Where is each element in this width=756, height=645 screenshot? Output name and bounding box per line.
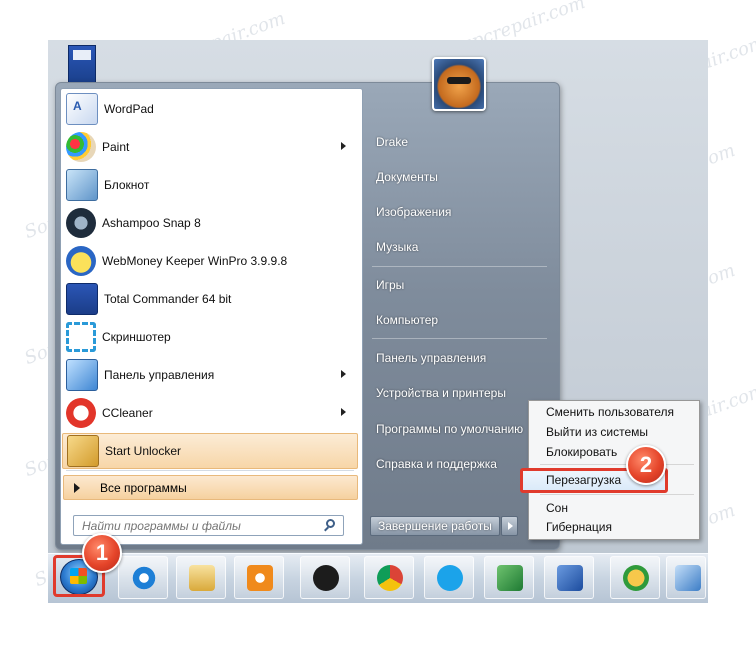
taskbar-excel[interactable] — [484, 556, 534, 599]
taskbar-media-player[interactable] — [234, 556, 284, 599]
ashampoo-snap-icon — [66, 208, 96, 238]
word-icon — [557, 565, 583, 591]
media-player-icon — [247, 565, 273, 591]
search-input[interactable] — [73, 515, 344, 536]
wordpad-icon: A — [66, 93, 98, 125]
program-label: Start Unlocker — [105, 444, 182, 458]
app-icon — [675, 565, 701, 591]
ctx-sleep[interactable]: Сон — [546, 498, 694, 518]
taskbar-word[interactable] — [544, 556, 594, 599]
program-label: WebMoney Keeper WinPro 3.9.9.8 — [102, 254, 288, 268]
network-globe-icon — [623, 565, 649, 591]
program-label: Блокнот — [104, 178, 150, 192]
program-paint[interactable]: Paint — [62, 129, 358, 165]
right-item-user[interactable]: Drake — [368, 129, 553, 155]
right-item-computer[interactable]: Компьютер — [368, 307, 553, 333]
hp-icon — [313, 565, 339, 591]
screenshoter-icon — [66, 322, 96, 352]
divider — [372, 266, 547, 267]
program-label: Скриншотер — [102, 330, 171, 344]
control-panel-icon — [66, 359, 98, 391]
right-item-pictures[interactable]: Изображения — [368, 199, 553, 225]
right-item-control-panel[interactable]: Панель управления — [368, 345, 553, 371]
search-icon[interactable] — [326, 519, 335, 528]
taskbar-internet-explorer[interactable] — [118, 556, 168, 599]
divider — [540, 494, 694, 495]
right-item-default-programs[interactable]: Программы по умолчанию — [368, 416, 553, 442]
taskbar-app[interactable] — [666, 556, 706, 599]
program-wordpad[interactable]: A WordPad — [62, 91, 358, 127]
shutdown-options-button[interactable] — [501, 516, 518, 536]
program-label: Paint — [102, 140, 130, 154]
program-webmoney[interactable]: WebMoney Keeper WinPro 3.9.9.8 — [62, 243, 358, 279]
program-label: CCleaner — [102, 406, 153, 420]
paint-icon — [66, 132, 96, 162]
taskbar-file-explorer[interactable] — [176, 556, 226, 599]
arrow-right-icon — [74, 482, 80, 493]
program-label: Панель управления — [104, 368, 215, 382]
divider — [372, 338, 547, 339]
program-notepad[interactable]: Блокнот — [62, 167, 358, 203]
taskbar-skype[interactable] — [424, 556, 474, 599]
chrome-icon — [377, 565, 403, 591]
ctx-switch-user[interactable]: Сменить пользователя — [546, 402, 694, 422]
all-programs-label: Все программы — [100, 480, 187, 495]
skype-icon — [437, 565, 463, 591]
ctx-lock[interactable]: Блокировать — [546, 442, 694, 462]
all-programs-button[interactable]: Все программы — [63, 475, 358, 500]
program-total-commander[interactable]: Total Commander 64 bit — [62, 281, 358, 317]
file-explorer-icon — [189, 565, 215, 591]
right-item-documents[interactable]: Документы — [368, 164, 553, 190]
taskbar-hp[interactable] — [300, 556, 350, 599]
user-avatar[interactable] — [432, 57, 486, 111]
ctx-restart[interactable]: Перезагрузка — [546, 470, 694, 490]
shutdown-button[interactable]: Завершение работы — [370, 516, 500, 536]
right-item-music[interactable]: Музыка — [368, 234, 553, 260]
divider — [66, 470, 354, 471]
internet-explorer-icon — [131, 565, 157, 591]
ctx-hibernate[interactable]: Гибернация — [546, 517, 694, 537]
divider — [540, 464, 694, 465]
program-screenshoter[interactable]: Скриншотер — [62, 319, 358, 355]
notepad-icon — [66, 169, 98, 201]
total-commander-icon — [66, 283, 98, 315]
ccleaner-icon — [66, 398, 96, 428]
program-control-panel[interactable]: Панель управления — [62, 357, 358, 393]
program-label: Ashampoo Snap 8 — [102, 216, 201, 230]
program-ashampoo-snap[interactable]: Ashampoo Snap 8 — [62, 205, 358, 241]
taskbar-network[interactable] — [610, 556, 660, 599]
program-label: Total Commander 64 bit — [104, 292, 232, 306]
excel-icon — [497, 565, 523, 591]
right-item-games[interactable]: Игры — [368, 272, 553, 298]
submenu-arrow-icon — [341, 408, 346, 416]
ctx-log-off[interactable]: Выйти из системы — [546, 422, 694, 442]
submenu-arrow-icon — [341, 370, 346, 378]
program-ccleaner[interactable]: CCleaner — [62, 395, 358, 431]
submenu-arrow-icon — [341, 142, 346, 150]
start-unlocker-icon — [67, 435, 99, 467]
callout-badge-1: 1 — [82, 533, 122, 573]
taskbar-chrome[interactable] — [364, 556, 414, 599]
callout-badge-2: 2 — [626, 445, 666, 485]
right-item-devices-printers[interactable]: Устройства и принтеры — [368, 380, 553, 406]
program-start-unlocker[interactable]: Start Unlocker — [62, 433, 358, 469]
total-commander-desktop-icon[interactable] — [68, 45, 96, 85]
program-label: WordPad — [104, 102, 154, 116]
webmoney-icon — [66, 246, 96, 276]
